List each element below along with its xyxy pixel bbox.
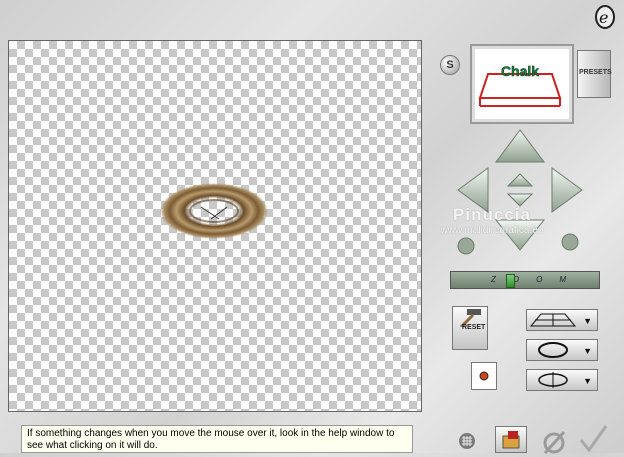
rotate-right-icon[interactable] [561, 233, 579, 251]
reset-label: RESET [462, 324, 486, 331]
rotation-dropdown[interactable]: ▼ [526, 339, 598, 361]
zoom-slider[interactable]: ZOOM [450, 271, 600, 289]
reset-button[interactable]: RESET [452, 306, 488, 350]
grid-icon[interactable] [458, 432, 476, 450]
flip-dropdown[interactable]: ▼ [526, 369, 598, 391]
light-icon [479, 371, 489, 381]
s-button[interactable]: S [440, 55, 460, 75]
ring-object [160, 183, 268, 239]
presets-button[interactable]: PRESETS [577, 50, 612, 98]
arrow-up-icon[interactable] [495, 129, 545, 163]
perspective-grid-icon [529, 313, 577, 327]
grid-style-dropdown[interactable]: ▼ [526, 309, 598, 331]
center-arrows-icon[interactable] [506, 173, 534, 207]
svg-text:e: e [599, 8, 608, 27]
slider-label: ZOOM [491, 275, 583, 284]
folder-icon [502, 431, 520, 449]
svg-text:Chalk: Chalk [501, 63, 539, 79]
flip-icon [538, 372, 568, 388]
cancel-icon[interactable] [540, 428, 568, 456]
help-text: If something changes when you move the m… [27, 428, 395, 451]
eye-candy-logo-icon: e [595, 5, 615, 29]
light-source-button[interactable] [471, 362, 497, 390]
rotate-left-icon[interactable] [457, 237, 475, 255]
watermark: Pinuccia www.malidiregrafica.eu [422, 205, 562, 236]
checkmark-icon[interactable] [578, 424, 608, 453]
chevron-down-icon: ▼ [583, 376, 592, 386]
canvas-preview[interactable] [8, 40, 422, 412]
rotate-circle-icon [538, 342, 568, 358]
direction-pad [457, 129, 583, 255]
chevron-down-icon: ▼ [583, 346, 592, 356]
open-file-button[interactable] [495, 426, 527, 453]
watermark-url: www.malidiregrafica.eu [440, 225, 544, 236]
chevron-down-icon: ▼ [583, 316, 592, 326]
help-window: If something changes when you move the m… [21, 425, 413, 453]
preset-preview-thumbnail[interactable]: Chalk [470, 44, 574, 124]
watermark-name: Pinuccia [453, 205, 531, 224]
presets-label: PRESETS [579, 69, 612, 76]
chalk-preview-icon: Chalk [478, 63, 562, 107]
slider-thumb[interactable] [506, 274, 515, 288]
